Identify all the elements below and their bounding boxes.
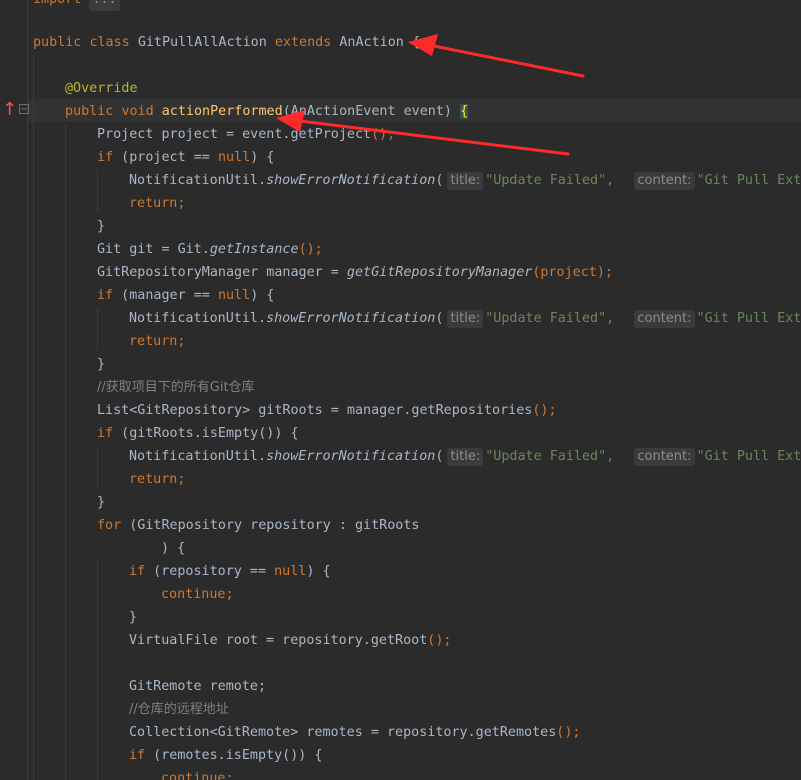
annotation-arrow-method <box>276 110 570 156</box>
annotation-arrows-overlay <box>276 34 585 156</box>
annotation-arrow-class <box>408 34 585 78</box>
code-editor[interactable]: ↑ import ... public class GitPullAllActi… <box>0 0 801 780</box>
